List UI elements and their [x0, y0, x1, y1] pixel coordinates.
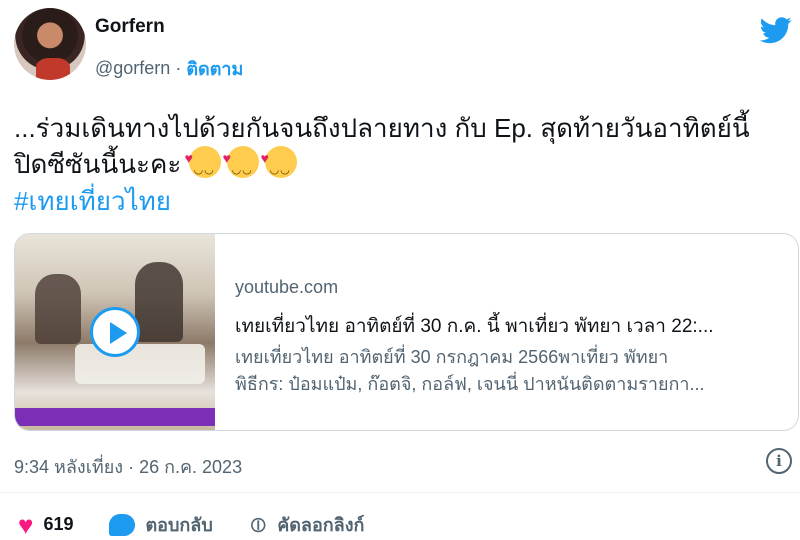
divider — [0, 492, 800, 493]
smiling-face-with-hearts-icon — [223, 140, 259, 188]
thumbnail-figure — [35, 274, 81, 344]
tweet-body: ...ร่วมเดินทางไปด้วยกันจนถึงปลายทาง กับ … — [14, 113, 750, 179]
smiling-face-with-hearts-icon — [185, 140, 221, 188]
tweet-timestamp[interactable]: 9:34 หลังเที่ยง · 26 ก.ค. 2023 — [14, 452, 242, 481]
smiling-face-with-hearts-icon — [261, 140, 297, 188]
video-thumbnail[interactable] — [15, 234, 215, 430]
reply-button[interactable]: ตอบกลับ — [109, 510, 248, 539]
card-description-line: เทยเที่ยวไทย อาทิตย์ที่ 30 กรกฎาคม 2566พ… — [235, 347, 669, 367]
link-preview-card[interactable]: youtube.com เทยเที่ยวไทย อาทิตย์ที่ 30 ก… — [14, 233, 799, 431]
card-domain: youtube.com — [235, 277, 339, 297]
avatar[interactable] — [14, 8, 86, 80]
hashtag-link[interactable]: #เทยเที่ยวไทย — [14, 181, 171, 222]
copy-link-label: คัดลอกลิงก์ — [277, 515, 365, 535]
thumbnail-figure — [135, 262, 183, 342]
follow-link[interactable]: ติดตาม — [186, 54, 243, 83]
thumbnail-banner — [15, 408, 215, 426]
card-title[interactable]: เทยเที่ยวไทย อาทิตย์ที่ 30 ก.ค. นี้ พาเท… — [235, 311, 790, 341]
separator-dot: · — [175, 58, 182, 78]
info-icon[interactable]: i — [766, 448, 792, 474]
author-name[interactable]: Gorfern — [95, 16, 165, 38]
card-description: เทยเที่ยวไทย อาทิตย์ที่ 30 กรกฎาคม 2566พ… — [235, 344, 790, 398]
play-icon[interactable] — [90, 307, 140, 357]
tweet-text: ...ร่วมเดินทางไปด้วยกันจนถึงปลายทาง กับ … — [14, 110, 789, 188]
like-button[interactable]: ♥ 619 — [18, 512, 109, 538]
copy-link-button[interactable]: ⊘ คัดลอกลิงก์ — [242, 509, 365, 540]
author-handle[interactable]: @gorfern — [95, 58, 170, 79]
thumbnail-table — [75, 344, 205, 384]
heart-icon: ♥ — [18, 509, 34, 540]
reply-bubble-icon — [109, 513, 136, 536]
action-bar: ♥ 619 ตอบกลับ ⊘ คัดลอกลิงก์ — [18, 509, 365, 540]
like-count: 619 — [43, 514, 74, 534]
author-handle-row: @gorfern · ติดตาม — [95, 54, 243, 83]
reply-label: ตอบกลับ — [145, 515, 213, 535]
card-description-line: พิธีกร: ป๋อมแป๋ม, ก๊อตจิ, กอล์ฟ, เจนนี่ … — [235, 374, 705, 394]
twitter-bird-icon[interactable] — [760, 14, 792, 46]
